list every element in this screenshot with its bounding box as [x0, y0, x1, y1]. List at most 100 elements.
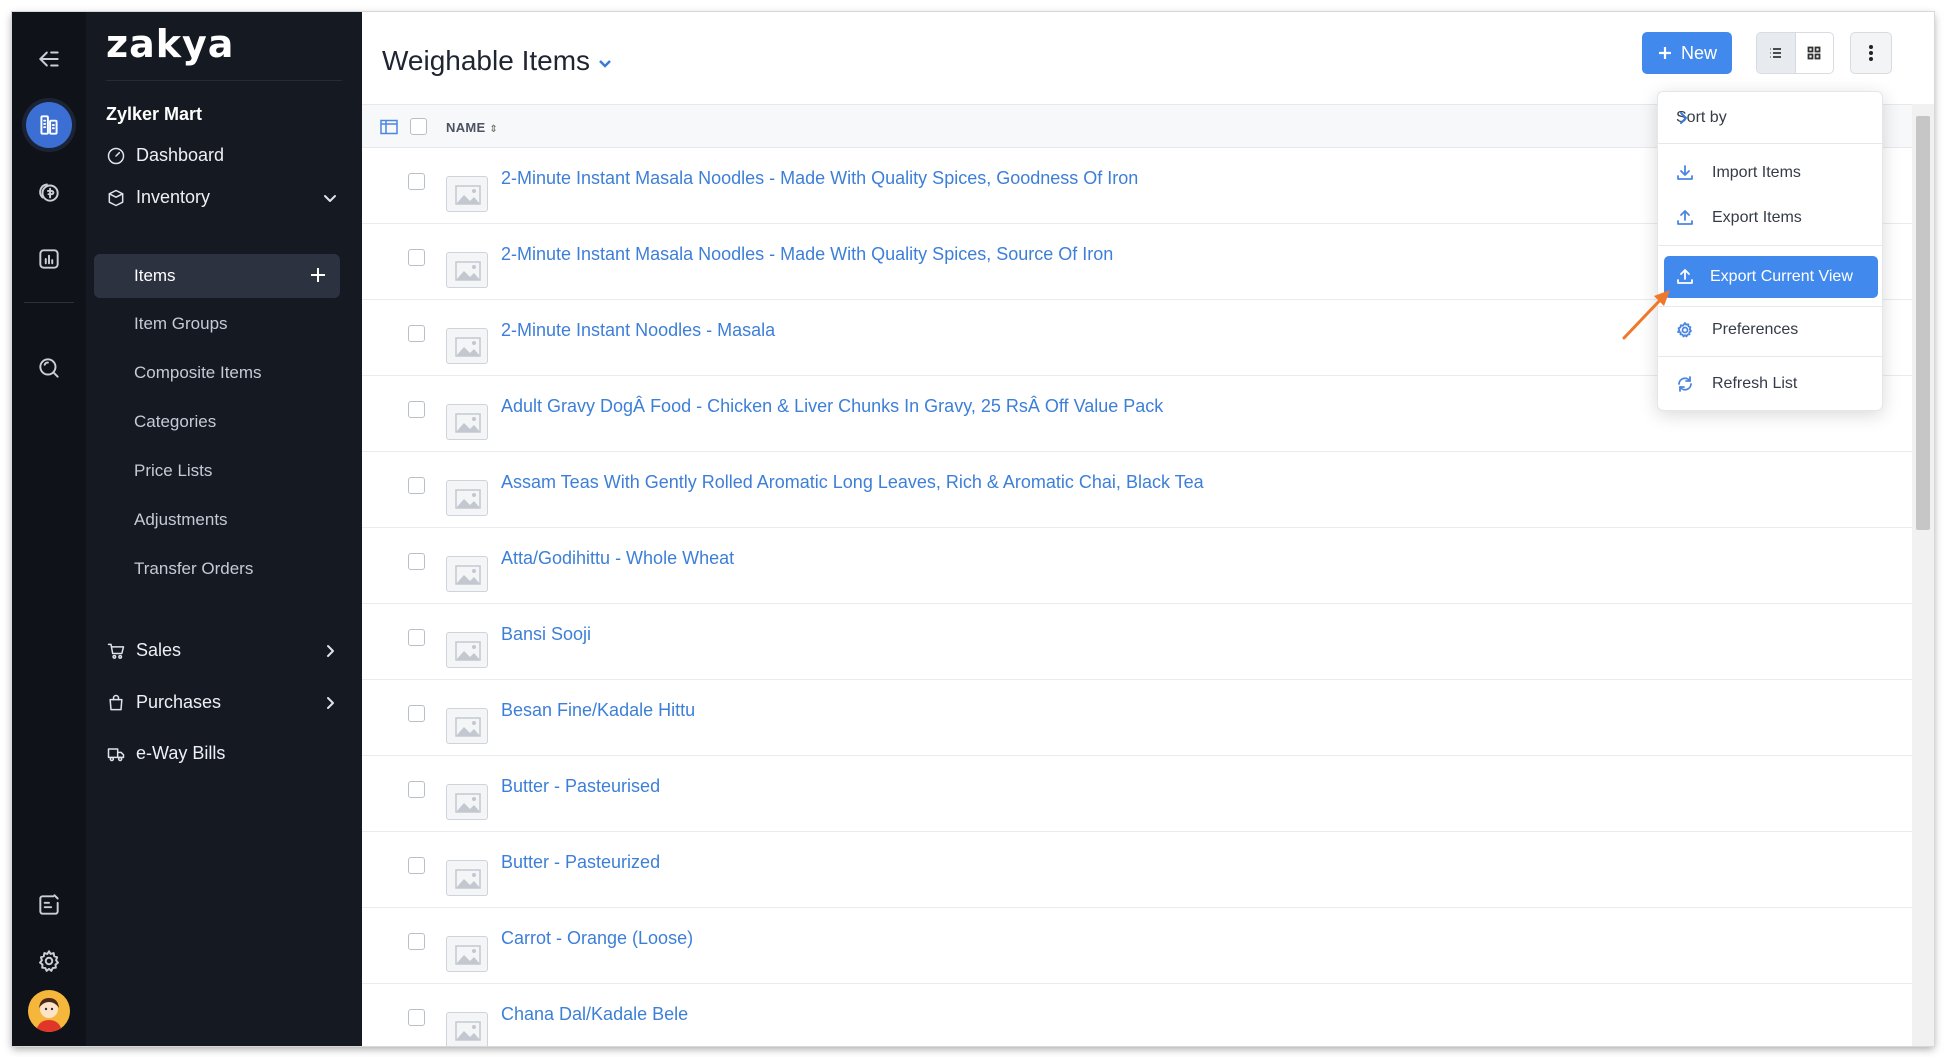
row-checkbox[interactable] — [408, 933, 425, 950]
list-view-button[interactable] — [1757, 33, 1796, 73]
grid-view-button[interactable] — [1796, 33, 1834, 73]
menu-item-import-items[interactable]: Import Items — [1658, 153, 1882, 193]
sidebar-item-price-lists[interactable]: Price Lists — [134, 461, 212, 481]
item-name-link[interactable]: Butter - Pasteurised — [501, 776, 660, 797]
row-checkbox[interactable] — [408, 553, 425, 570]
sidebar-item-item-groups[interactable]: Item Groups — [134, 314, 228, 334]
inventory-icon — [108, 189, 124, 206]
chevron-right-icon — [1680, 112, 1687, 124]
image-placeholder-icon — [446, 784, 488, 820]
sidebar-item-label: e-Way Bills — [136, 743, 226, 763]
row-checkbox[interactable] — [408, 477, 425, 494]
checklist-icon[interactable] — [26, 882, 72, 928]
money-icon[interactable] — [26, 169, 72, 215]
image-placeholder-icon — [446, 936, 488, 972]
sidebar-item-label: Purchases — [136, 692, 222, 712]
download-icon — [1677, 165, 1693, 180]
menu-item-preferences[interactable]: Preferences — [1658, 310, 1882, 350]
table-row[interactable]: Atta/Godihittu - Whole Wheat — [362, 528, 1926, 604]
item-name-link[interactable]: Besan Fine/Kadale Hittu — [501, 700, 695, 721]
image-placeholder-icon — [446, 328, 488, 364]
image-placeholder-icon — [446, 708, 488, 744]
item-name-link[interactable]: 2-Minute Instant Noodles - Masala — [501, 320, 775, 341]
item-name-link[interactable]: 2-Minute Instant Masala Noodles - Made W… — [501, 168, 1138, 189]
new-button[interactable]: New — [1642, 32, 1732, 74]
sidebar-item-label: Sales — [136, 640, 182, 660]
avatar[interactable] — [28, 990, 70, 1032]
reports-icon[interactable] — [26, 236, 72, 282]
row-checkbox[interactable] — [408, 705, 425, 722]
table-row[interactable]: Chana Dal/Kadale Bele — [362, 984, 1926, 1046]
table-row[interactable]: Butter - Pasteurized — [362, 832, 1926, 908]
scrollbar[interactable] — [1912, 104, 1934, 1046]
name-column-label: NAME — [446, 120, 486, 135]
table-row[interactable]: Assam Teas With Gently Rolled Aromatic L… — [362, 452, 1926, 528]
sidebar-item-adjustments[interactable]: Adjustments — [134, 510, 228, 530]
row-checkbox[interactable] — [408, 401, 425, 418]
table-row[interactable]: Carrot - Orange (Loose) — [362, 908, 1926, 984]
item-name-link[interactable]: Assam Teas With Gently Rolled Aromatic L… — [501, 472, 1204, 493]
more-options-button[interactable] — [1850, 32, 1892, 74]
view-toggle — [1756, 32, 1834, 74]
menu-item-sort-by[interactable]: Sort by — [1658, 98, 1882, 138]
sidebar-item-transfer-orders[interactable]: Transfer Orders — [134, 559, 253, 579]
view-selector[interactable]: Weighable Items — [382, 45, 612, 77]
sidebar-divider — [106, 80, 342, 81]
org-name[interactable]: Zylker Mart — [106, 104, 202, 125]
menu-item-label: Export Items — [1712, 209, 1802, 226]
row-checkbox[interactable] — [408, 781, 425, 798]
table-row[interactable]: Butter - Pasteurised — [362, 756, 1926, 832]
row-checkbox[interactable] — [408, 629, 425, 646]
item-name-link[interactable]: Atta/Godihittu - Whole Wheat — [501, 548, 734, 569]
item-name-link[interactable]: 2-Minute Instant Masala Noodles - Made W… — [501, 244, 1113, 265]
more-options-menu: Sort by Import Items Export Items Export… — [1657, 91, 1883, 411]
menu-item-refresh-list[interactable]: Refresh List — [1658, 364, 1882, 404]
item-name-link[interactable]: Adult Gravy DogÂ Food - Chicken & Liver … — [501, 396, 1163, 417]
organization-icon[interactable] — [26, 102, 72, 148]
dashboard-icon — [107, 147, 125, 164]
annotation-arrow-icon — [1622, 290, 1670, 340]
gear-icon[interactable] — [26, 938, 72, 984]
sidebar-item-dashboard[interactable]: Dashboard — [106, 145, 224, 166]
sidebar-item-eway-bills[interactable]: e-Way Bills — [106, 743, 225, 764]
plus-icon — [1658, 47, 1671, 59]
refresh-icon — [1678, 376, 1692, 392]
sidebar-item-composite-items[interactable]: Composite Items — [134, 363, 262, 383]
image-placeholder-icon — [446, 252, 488, 288]
add-item-icon[interactable] — [308, 265, 328, 285]
item-name-link[interactable]: Butter - Pasteurized — [501, 852, 660, 873]
sidebar-item-categories[interactable]: Categories — [134, 412, 216, 432]
sidebar-item-inventory[interactable]: Inventory — [106, 187, 336, 208]
table-row[interactable]: Bansi Sooji — [362, 604, 1926, 680]
scrollbar-thumb[interactable] — [1916, 116, 1930, 530]
select-all-checkbox[interactable] — [410, 118, 427, 135]
search-icon[interactable] — [26, 345, 72, 391]
sidebar-item-label: Items — [134, 266, 176, 285]
rail-divider — [24, 302, 74, 303]
row-checkbox[interactable] — [408, 857, 425, 874]
sidebar-item-sales[interactable]: Sales — [106, 640, 334, 661]
sidebar-item-items[interactable]: Items — [94, 254, 340, 298]
name-column-header[interactable]: NAME ⇕ — [446, 120, 498, 135]
item-name-link[interactable]: Carrot - Orange (Loose) — [501, 928, 693, 949]
logo: zakya — [106, 22, 235, 66]
image-placeholder-icon — [446, 860, 488, 896]
image-placeholder-icon — [446, 480, 488, 516]
chevron-down-icon — [599, 60, 611, 68]
menu-item-export-items[interactable]: Export Items — [1658, 198, 1882, 238]
sidebar-item-purchases[interactable]: Purchases — [106, 692, 334, 713]
columns-icon[interactable] — [380, 119, 398, 135]
collapse-icon[interactable] — [26, 36, 72, 82]
row-checkbox[interactable] — [408, 1009, 425, 1026]
row-checkbox[interactable] — [408, 173, 425, 190]
menu-item-export-current-view[interactable]: Export Current View — [1664, 256, 1878, 298]
image-placeholder-icon — [446, 556, 488, 592]
table-row[interactable]: Besan Fine/Kadale Hittu — [362, 680, 1926, 756]
sidebar-item-label: Dashboard — [136, 145, 225, 165]
item-name-link[interactable]: Bansi Sooji — [501, 624, 591, 645]
menu-item-label: Export Current View — [1710, 268, 1853, 285]
bag-icon — [109, 694, 123, 710]
item-name-link[interactable]: Chana Dal/Kadale Bele — [501, 1004, 688, 1025]
row-checkbox[interactable] — [408, 249, 425, 266]
row-checkbox[interactable] — [408, 325, 425, 342]
